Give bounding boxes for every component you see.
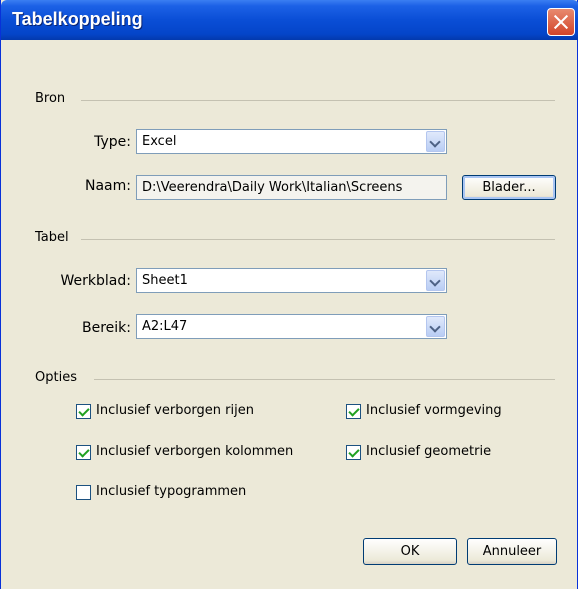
checkbox-label: Inclusief verborgen rijen	[96, 403, 254, 418]
chevron-down-icon[interactable]	[426, 316, 445, 337]
cancel-button[interactable]: Annuleer	[467, 538, 557, 565]
checkbox-typogrammen[interactable]	[76, 485, 91, 500]
naam-label: Naam:	[85, 178, 131, 194]
browse-button[interactable]: Blader...	[462, 175, 556, 200]
ok-button[interactable]: OK	[363, 538, 457, 565]
checkbox-label: Inclusief geometrie	[366, 444, 492, 459]
checkbox-verborgen-kolommen[interactable]	[76, 445, 91, 460]
group-divider	[94, 379, 555, 380]
bereik-value: A2:L47	[142, 319, 188, 334]
group-label-tabel: Tabel	[35, 230, 69, 245]
bereik-dropdown[interactable]: A2:L47	[136, 314, 447, 339]
group-divider	[81, 239, 555, 240]
checkbox-label: Inclusief verborgen kolommen	[96, 444, 294, 459]
dialog-window: Tabelkoppeling Bron Type: Excel Naam: D:…	[0, 0, 578, 589]
bereik-label: Bereik:	[82, 320, 131, 336]
type-value: Excel	[142, 134, 177, 149]
checkbox-verborgen-rijen[interactable]	[76, 404, 91, 419]
werkblad-value: Sheet1	[142, 273, 188, 288]
group-divider	[81, 100, 555, 101]
chevron-down-icon[interactable]	[426, 131, 445, 152]
title-bar[interactable]: Tabelkoppeling	[1, 0, 578, 40]
type-dropdown[interactable]: Excel	[136, 129, 447, 154]
window-title: Tabelkoppeling	[12, 9, 143, 29]
close-icon[interactable]	[547, 8, 575, 36]
werkblad-dropdown[interactable]: Sheet1	[136, 268, 447, 293]
checkbox-geometrie[interactable]	[346, 445, 361, 460]
checkbox-label: Inclusief typogrammen	[96, 484, 247, 499]
chevron-down-icon[interactable]	[426, 270, 445, 291]
group-label-bron: Bron	[35, 91, 66, 106]
type-label: Type:	[94, 134, 131, 150]
werkblad-label: Werkblad:	[60, 273, 131, 289]
naam-field[interactable]: D:\Veerendra\Daily Work\Italian\Screens	[136, 175, 447, 200]
group-label-opties: Opties	[35, 370, 77, 385]
checkbox-label: Inclusief vormgeving	[366, 403, 502, 418]
naam-value: D:\Veerendra\Daily Work\Italian\Screens	[142, 180, 403, 195]
checkbox-vormgeving[interactable]	[346, 404, 361, 419]
